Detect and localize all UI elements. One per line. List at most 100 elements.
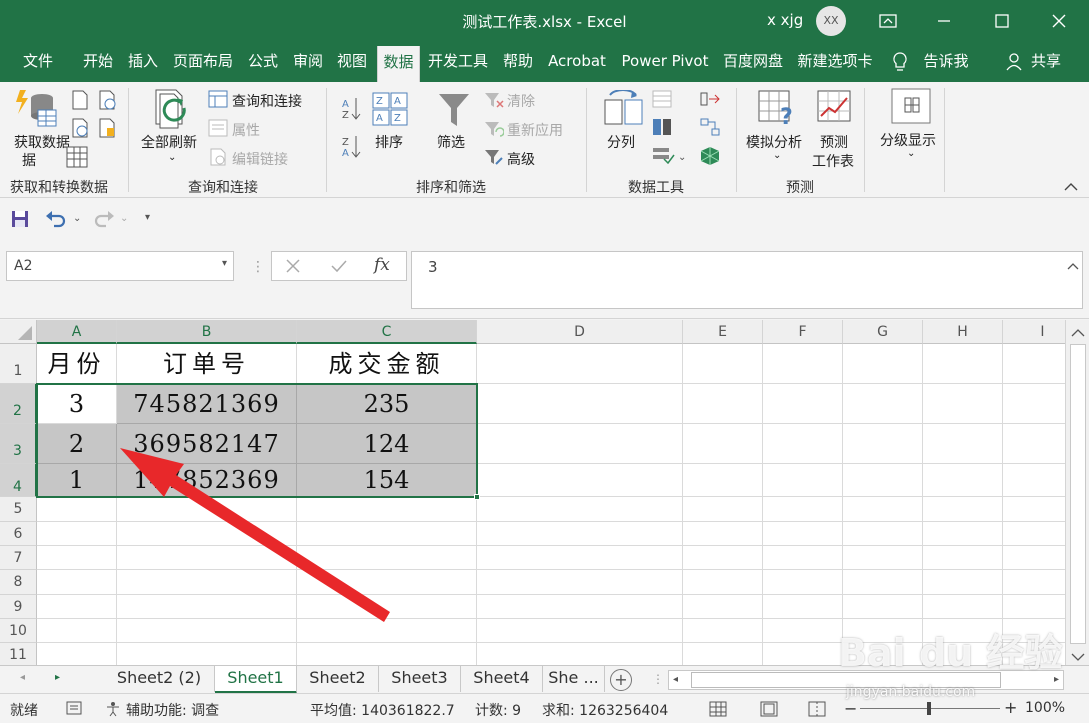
cell-i4[interactable] xyxy=(1003,464,1065,497)
queries-connections-button[interactable]: 查询和连接 xyxy=(232,91,302,111)
status-count[interactable]: 计数: 9 xyxy=(475,700,521,720)
get-data-button[interactable]: 获取数据 xyxy=(14,132,70,152)
cell-h2[interactable] xyxy=(923,384,1003,424)
share-icon[interactable] xyxy=(1004,42,1024,82)
sheet-tab-4[interactable]: Sheet3 xyxy=(379,666,461,692)
row-header-5[interactable]: 5 xyxy=(0,497,37,522)
formula-input[interactable]: 3 xyxy=(411,251,1083,309)
cell-b6[interactable] xyxy=(117,522,297,546)
cell-d2[interactable] xyxy=(477,384,683,424)
data-model-icon[interactable] xyxy=(700,146,720,170)
row-header-7[interactable]: 7 xyxy=(0,546,37,570)
cell-h4[interactable] xyxy=(923,464,1003,497)
cell-g9[interactable] xyxy=(843,595,923,619)
tab-formulas[interactable]: 公式 xyxy=(242,42,284,82)
cell-a11[interactable] xyxy=(37,643,117,665)
cell-c3[interactable]: 124 xyxy=(297,424,477,464)
undo-icon[interactable] xyxy=(45,210,67,232)
cell-a10[interactable] xyxy=(37,619,117,643)
cell-e11[interactable] xyxy=(683,643,763,665)
user-name[interactable]: x xjg xyxy=(767,11,803,29)
cell-c6[interactable] xyxy=(297,522,477,546)
expand-formula-bar-icon[interactable] xyxy=(1067,259,1079,275)
outline-icon[interactable] xyxy=(891,88,933,130)
column-header-i[interactable]: I xyxy=(1003,320,1065,344)
flash-fill-icon[interactable] xyxy=(652,90,672,112)
sheet-tab-1[interactable]: Sheet2 (2) xyxy=(104,666,215,692)
cell-h9[interactable] xyxy=(923,595,1003,619)
fill-handle[interactable] xyxy=(474,494,480,500)
text-to-columns-button[interactable]: 分列 xyxy=(607,132,635,152)
vertical-scrollbar[interactable] xyxy=(1065,320,1089,665)
cell-b8[interactable] xyxy=(117,570,297,595)
tab-power-pivot[interactable]: Power Pivot xyxy=(617,42,713,82)
vertical-scroll-thumb[interactable] xyxy=(1070,344,1086,644)
cell-d1[interactable] xyxy=(477,344,683,384)
sheet-tab-6[interactable]: She ... xyxy=(543,666,605,692)
cancel-entry-icon[interactable] xyxy=(285,258,301,278)
zoom-out-icon[interactable]: − xyxy=(844,699,857,718)
cell-b11[interactable] xyxy=(117,643,297,665)
select-all-corner[interactable] xyxy=(0,320,37,344)
what-if-dropdown-icon[interactable]: ⌄ xyxy=(773,150,781,161)
reapply-button[interactable]: 重新应用 xyxy=(507,120,563,140)
recent-sources-icon[interactable] xyxy=(97,90,117,114)
sheet-tab-5[interactable]: Sheet4 xyxy=(461,666,543,692)
cell-b4[interactable]: 147852369 xyxy=(117,464,297,497)
cell-e8[interactable] xyxy=(683,570,763,595)
undo-dropdown-icon[interactable]: ⌄ xyxy=(73,213,81,224)
sort-button[interactable]: 排序 xyxy=(375,132,403,152)
cell-h8[interactable] xyxy=(923,570,1003,595)
minimize-icon[interactable] xyxy=(916,0,972,42)
cell-i5[interactable] xyxy=(1003,497,1065,522)
get-data-icon[interactable] xyxy=(14,88,58,132)
row-header-2[interactable]: 2 xyxy=(0,384,37,424)
cell-c1[interactable]: 成交金额 xyxy=(297,344,477,384)
cell-e9[interactable] xyxy=(683,595,763,619)
spreadsheet-grid[interactable]: A B C D E F G H I 1 2 3 4 5 6 7 8 9 10 11 月份 订单号 成交金额 3 74582136… xyxy=(0,320,1065,665)
what-if-analysis-button[interactable]: 模拟分析 xyxy=(746,132,802,152)
tab-file[interactable]: 文件 xyxy=(14,42,62,82)
clear-button[interactable]: 清除 xyxy=(507,91,535,111)
ribbon-display-options-icon[interactable] xyxy=(860,0,916,42)
cell-c7[interactable] xyxy=(297,546,477,570)
tab-insert[interactable]: 插入 xyxy=(122,42,164,82)
sheet-tab-2[interactable]: Sheet1 xyxy=(215,666,297,694)
cell-i3[interactable] xyxy=(1003,424,1065,464)
cell-h7[interactable] xyxy=(923,546,1003,570)
existing-connections-icon[interactable] xyxy=(97,118,117,142)
cell-b3[interactable]: 369582147 xyxy=(117,424,297,464)
forecast-sheet-icon[interactable] xyxy=(817,90,853,130)
row-header-6[interactable]: 6 xyxy=(0,522,37,546)
outline-dropdown-icon[interactable]: ⌄ xyxy=(907,148,915,159)
cell-d9[interactable] xyxy=(477,595,683,619)
column-header-g[interactable]: G xyxy=(843,320,923,344)
tab-data[interactable]: 数据 xyxy=(377,46,420,82)
cell-a2[interactable]: 3 xyxy=(37,384,117,424)
customize-qat-icon[interactable]: ▾ xyxy=(145,212,150,223)
sort-za-icon[interactable]: ZA xyxy=(341,134,361,164)
row-header-9[interactable]: 9 xyxy=(0,595,37,619)
zoom-level[interactable]: 100% xyxy=(1025,700,1065,716)
maximize-icon[interactable] xyxy=(974,0,1030,42)
tab-new-tab[interactable]: 新建选项卡 xyxy=(793,42,877,82)
cell-a5[interactable] xyxy=(37,497,117,522)
cell-e4[interactable] xyxy=(683,464,763,497)
row-header-4[interactable]: 4 xyxy=(0,464,37,497)
cell-c11[interactable] xyxy=(297,643,477,665)
cell-a7[interactable] xyxy=(37,546,117,570)
cell-h5[interactable] xyxy=(923,497,1003,522)
column-header-a[interactable]: A xyxy=(37,320,117,344)
status-average[interactable]: 平均值: 140361822.7 xyxy=(310,700,455,720)
cell-g5[interactable] xyxy=(843,497,923,522)
column-header-f[interactable]: F xyxy=(763,320,843,344)
cell-d10[interactable] xyxy=(477,619,683,643)
cell-f11[interactable] xyxy=(763,643,843,665)
properties-button[interactable]: 属性 xyxy=(232,120,260,140)
cell-f4[interactable] xyxy=(763,464,843,497)
cell-b2[interactable]: 745821369 xyxy=(117,384,297,424)
cell-f3[interactable] xyxy=(763,424,843,464)
column-header-d[interactable]: D xyxy=(477,320,683,344)
cell-d5[interactable] xyxy=(477,497,683,522)
sheet-scroll-right-icon[interactable]: ▸ xyxy=(55,672,60,683)
